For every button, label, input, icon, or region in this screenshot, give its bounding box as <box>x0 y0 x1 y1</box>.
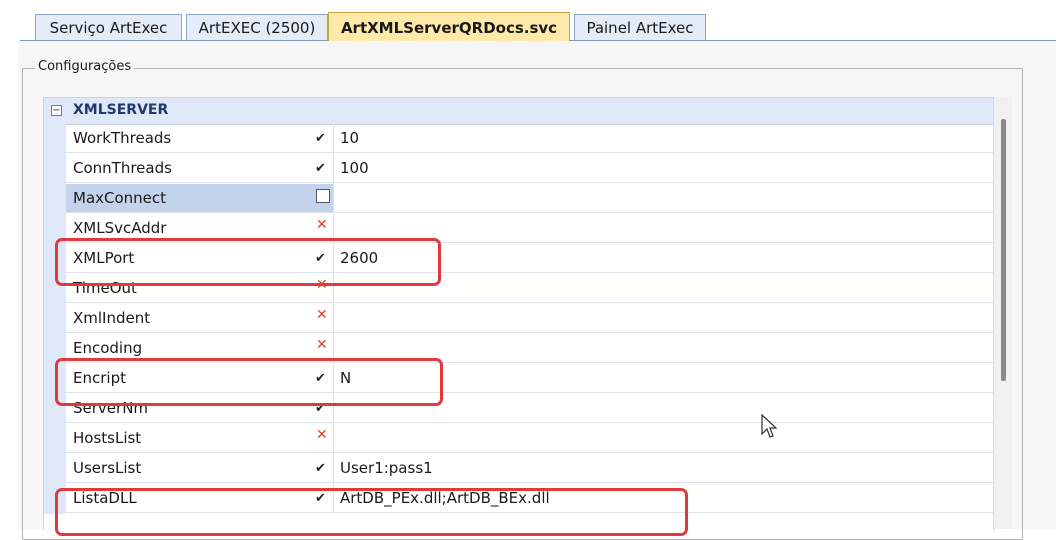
collapse-icon[interactable]: − <box>51 105 62 116</box>
row-margin <box>44 184 66 214</box>
tab-artxmlserverqrdocs[interactable]: ArtXMLServerQRDocs.svc <box>328 12 570 41</box>
property-row-xmlport[interactable]: XMLPort ✔ 2600 <box>44 244 994 274</box>
row-margin <box>44 214 66 244</box>
property-value[interactable] <box>334 334 994 363</box>
property-name: XMLPort <box>66 244 334 273</box>
property-value[interactable]: 2600 <box>334 244 994 273</box>
row-margin <box>44 244 66 274</box>
property-value[interactable]: 10 <box>334 124 994 153</box>
row-margin <box>44 364 66 394</box>
tab-label: ArtXMLServerQRDocs.svc <box>340 19 558 37</box>
property-name: ServerNm <box>66 394 334 423</box>
tab-label: Painel ArtExec <box>586 19 694 37</box>
tab-servico-artexec[interactable]: Serviço ArtExec <box>35 14 182 40</box>
property-row-maxconnect[interactable]: MaxConnect <box>44 184 994 214</box>
property-name: Encript <box>66 364 334 393</box>
property-name: MaxConnect <box>66 184 334 213</box>
cross-icon: ✕ <box>316 277 328 293</box>
cross-icon: ✕ <box>316 427 328 443</box>
cross-icon: ✕ <box>316 337 328 353</box>
tab-painel-artexec[interactable]: Painel ArtExec <box>574 14 706 40</box>
property-name: XMLSvcAddr <box>66 214 334 243</box>
property-value[interactable]: User1:pass1 <box>334 454 994 483</box>
property-value[interactable] <box>334 274 994 303</box>
check-icon: ✔ <box>315 371 326 386</box>
property-row-workthreads[interactable]: WorkThreads ✔ 10 <box>44 124 994 154</box>
checkbox[interactable] <box>316 189 330 203</box>
mouse-cursor-icon <box>761 414 778 438</box>
property-name: ListaDLL <box>66 484 334 513</box>
property-value[interactable] <box>334 424 994 453</box>
property-name: UsersList <box>66 454 334 483</box>
category-row-xmlserver[interactable]: − XMLSERVER <box>44 98 994 125</box>
property-row-encript[interactable]: Encript ✔ N <box>44 364 994 394</box>
property-value[interactable]: ArtDB_PEx.dll;ArtDB_BEx.dll <box>334 484 994 513</box>
property-value[interactable] <box>334 184 994 213</box>
property-value[interactable]: 100 <box>334 154 994 183</box>
row-margin <box>44 274 66 304</box>
property-row-connthreads[interactable]: ConnThreads ✔ 100 <box>44 154 994 184</box>
tab-label: Serviço ArtExec <box>49 19 168 37</box>
check-icon: ✔ <box>315 251 326 266</box>
check-icon: ✔ <box>315 161 326 176</box>
group-label: Configurações <box>35 59 135 74</box>
row-margin <box>44 334 66 364</box>
property-name: TimeOut <box>66 274 334 303</box>
tab-bar: Serviço ArtExec ArtEXEC (2500) ArtXMLSer… <box>0 0 1056 41</box>
cross-icon: ✕ <box>316 307 328 323</box>
property-row-xmlindent[interactable]: XmlIndent ✕ <box>44 304 994 334</box>
property-row-listadll[interactable]: ListaDLL ✔ ArtDB_PEx.dll;ArtDB_BEx.dll <box>44 484 994 514</box>
check-icon: ✔ <box>315 401 326 416</box>
scrollbar-thumb[interactable] <box>1001 119 1006 381</box>
property-value[interactable]: N <box>334 364 994 393</box>
row-margin <box>44 484 66 514</box>
check-icon: ✔ <box>315 461 326 476</box>
property-name: Encoding <box>66 334 334 363</box>
property-row-hostslist[interactable]: HostsList ✕ <box>44 424 994 454</box>
tab-artexec-2500[interactable]: ArtEXEC (2500) <box>186 14 328 40</box>
property-row-timeout[interactable]: TimeOut ✕ <box>44 274 994 304</box>
row-margin <box>44 124 66 154</box>
property-name: HostsList <box>66 424 334 453</box>
property-row-userslist[interactable]: UsersList ✔ User1:pass1 <box>44 454 994 484</box>
property-value[interactable] <box>334 304 994 333</box>
property-value[interactable] <box>334 214 994 243</box>
check-icon: ✔ <box>315 131 326 146</box>
check-icon: ✔ <box>315 491 326 506</box>
row-margin <box>44 394 66 424</box>
property-grid: − XMLSERVER WorkThreads ✔ 10 ConnThreads… <box>43 97 995 530</box>
vertical-scrollbar[interactable] <box>993 97 1012 529</box>
row-margin <box>44 454 66 484</box>
property-row-xmlsvcaddr[interactable]: XMLSvcAddr ✕ <box>44 214 994 244</box>
row-margin <box>44 424 66 454</box>
property-row-servernm[interactable]: ServerNm ✔ <box>44 394 994 424</box>
category-label: XMLSERVER <box>73 102 169 118</box>
property-name: WorkThreads <box>66 124 334 153</box>
property-row-encoding[interactable]: Encoding ✕ <box>44 334 994 364</box>
property-name: XmlIndent <box>66 304 334 333</box>
property-value[interactable] <box>334 394 994 423</box>
property-name: ConnThreads <box>66 154 334 183</box>
tab-label: ArtEXEC (2500) <box>198 19 316 37</box>
row-margin <box>44 304 66 334</box>
row-margin <box>44 154 66 184</box>
cross-icon: ✕ <box>316 217 328 233</box>
